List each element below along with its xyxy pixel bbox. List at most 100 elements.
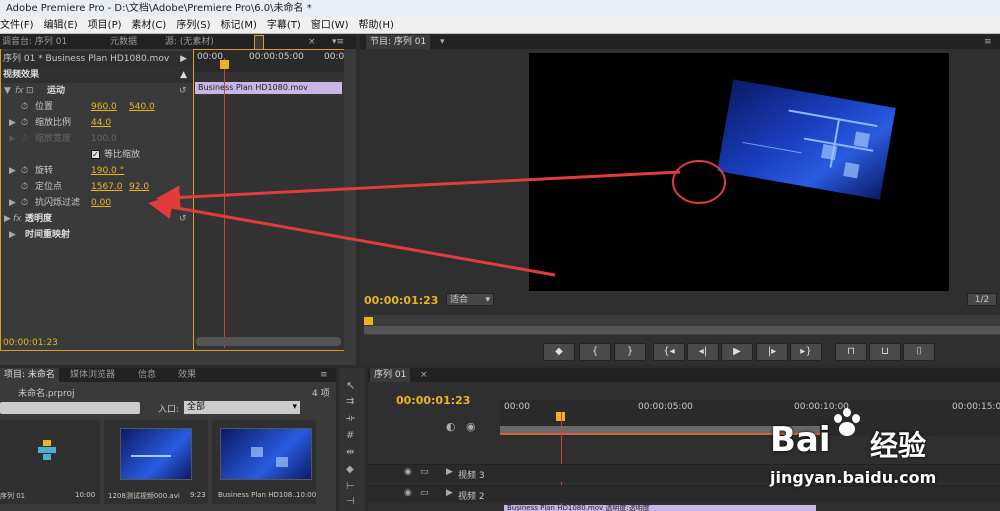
marker-icon[interactable]: ◉ xyxy=(466,420,476,433)
go-to-in-button[interactable]: {◂ xyxy=(653,343,685,361)
uniform-scale-checkbox[interactable]: ✓ xyxy=(91,150,100,159)
expand-arrow-icon[interactable]: ▶ xyxy=(9,115,16,131)
export-frame-button[interactable]: ⌷ xyxy=(903,343,935,361)
track-select-tool-icon[interactable]: ⇉ xyxy=(346,396,354,407)
mark-out-button[interactable]: } xyxy=(614,343,646,361)
position-y-value[interactable]: 540.0 xyxy=(129,99,155,115)
ec-scrollbar[interactable] xyxy=(196,337,341,346)
antiflicker-value[interactable]: 0.00 xyxy=(91,195,111,211)
mark-in-button[interactable]: { xyxy=(579,343,611,361)
position-x-value[interactable]: 960.0 xyxy=(91,99,117,115)
razor-tool-icon[interactable]: ◆ xyxy=(346,464,354,475)
panel-menu-icon[interactable]: ≡ xyxy=(984,35,992,49)
expand-arrow-icon[interactable]: ▶ xyxy=(446,467,453,477)
close-icon[interactable]: × xyxy=(308,35,316,49)
snap-icon[interactable]: ◐ xyxy=(446,420,456,433)
menu-marker[interactable]: 标记(M) xyxy=(215,17,261,34)
project-search-input[interactable] xyxy=(0,402,140,414)
tab-sequence[interactable]: 序列 01 xyxy=(370,368,411,382)
expand-arrow-icon[interactable]: ▶ xyxy=(9,195,16,211)
tab-audio-mixer[interactable]: 调音台: 序列 01 xyxy=(2,35,67,49)
step-forward-button[interactable]: |▸ xyxy=(756,343,788,361)
go-to-out-button[interactable]: ▸} xyxy=(790,343,822,361)
motion-icon[interactable]: ⊡ xyxy=(26,83,34,99)
stopwatch-icon[interactable]: ⏱ xyxy=(21,115,28,131)
expand-arrow-icon[interactable]: ▶ xyxy=(9,163,16,179)
tab-effect-controls[interactable] xyxy=(254,35,264,49)
project-item-mov[interactable]: Business Plan HD108... 10:00 xyxy=(212,420,316,504)
tab-metadata[interactable]: 元数据 xyxy=(110,35,137,49)
menu-help[interactable]: 帮助(H) xyxy=(354,17,399,34)
time-remap-row[interactable]: ▶ 时间重映射 xyxy=(1,227,193,243)
stopwatch-icon[interactable]: ⏱ xyxy=(21,195,28,211)
tab-project[interactable]: 项目: 未命名 xyxy=(0,368,59,382)
menu-clip[interactable]: 素材(C) xyxy=(127,17,172,34)
play-button[interactable]: ▶ xyxy=(721,343,753,361)
expand-arrow-icon[interactable]: ▶ xyxy=(4,211,11,227)
opacity-effect-row[interactable]: ▶ fx 透明度 ↺ xyxy=(1,211,193,227)
add-marker-button[interactable]: ◆ xyxy=(543,343,575,361)
close-icon[interactable]: × xyxy=(420,368,428,382)
rotation-value[interactable]: 190.0 ° xyxy=(91,163,124,179)
timeline-timecode[interactable]: 00:00:01:23 xyxy=(396,394,470,407)
ec-time-ruler[interactable]: 00:00 00:00:05:00 00:0 xyxy=(194,50,344,72)
timeline-ruler[interactable]: 00:00 00:00:05:00 00:00:10:00 00:00:15:0… xyxy=(500,400,1000,436)
slip-tool-icon[interactable]: ⊢ xyxy=(346,481,355,492)
reset-icon[interactable]: ↺ xyxy=(179,211,187,227)
ec-playhead[interactable] xyxy=(224,58,225,348)
scale-value[interactable]: 44.0 xyxy=(91,115,111,131)
timeline-clip[interactable]: Business Plan HD1080.mov 透明度:透明度 xyxy=(504,505,816,511)
tab-info[interactable]: 信息 xyxy=(138,368,156,382)
eye-icon[interactable]: ◉ xyxy=(404,488,412,498)
tab-effects[interactable]: 效果 xyxy=(178,368,196,382)
expand-arrow-icon[interactable]: ▶ xyxy=(446,488,453,498)
eye-icon[interactable]: ◉ xyxy=(404,467,412,477)
work-area-bar[interactable] xyxy=(500,426,820,435)
video-preview[interactable] xyxy=(529,53,949,291)
ripple-edit-tool-icon[interactable]: ⟛ xyxy=(346,413,355,424)
motion-effect-row[interactable]: ▼ fx ⊡ 运动 ↺ xyxy=(1,83,193,99)
slide-tool-icon[interactable]: ⊣ xyxy=(346,496,355,507)
in-point-dropdown[interactable]: 全部 ▾ xyxy=(184,401,300,414)
program-ruler[interactable] xyxy=(364,315,1000,335)
effect-controls-timeline[interactable]: 00:00 00:00:05:00 00:0 Business Plan HD1… xyxy=(194,49,344,351)
panel-menu-icon[interactable]: ≡ xyxy=(320,368,328,382)
resolution-dropdown[interactable]: 1/2 xyxy=(967,293,997,306)
ec-playhead-marker-icon[interactable] xyxy=(220,60,229,69)
menu-window[interactable]: 窗口(W) xyxy=(306,17,354,34)
rolling-edit-tool-icon[interactable]: # xyxy=(346,430,354,441)
program-playhead-icon[interactable] xyxy=(364,317,373,325)
stopwatch-icon[interactable]: ⏱ xyxy=(21,179,28,195)
anchor-y-value[interactable]: 92.0 xyxy=(129,179,149,195)
tab-source[interactable]: 源: (无素材) xyxy=(165,35,214,49)
expand-arrow-icon[interactable]: ▶ xyxy=(9,227,16,243)
rate-stretch-tool-icon[interactable]: ⇹ xyxy=(346,447,354,458)
stopwatch-icon[interactable]: ⏱ xyxy=(21,99,28,115)
menu-edit[interactable]: 编辑(E) xyxy=(39,17,83,34)
menu-file[interactable]: 文件(F) xyxy=(0,17,39,34)
selection-tool-icon[interactable]: ↖ xyxy=(346,379,355,392)
scroll-up-icon[interactable]: ▲ xyxy=(180,67,187,83)
project-item-avi[interactable]: 1208测试视频000.avi 9:23 xyxy=(104,420,208,504)
fx-icon[interactable]: fx xyxy=(15,83,24,99)
reset-icon[interactable]: ↺ xyxy=(179,83,187,99)
anchor-x-value[interactable]: 1567.0 xyxy=(91,179,123,195)
menu-sequence[interactable]: 序列(S) xyxy=(171,17,215,34)
project-item-sequence[interactable]: 序列 01 10:00 xyxy=(0,420,100,504)
menu-project[interactable]: 项目(P) xyxy=(83,17,127,34)
ec-clip-bar[interactable]: Business Plan HD1080.mov xyxy=(195,82,342,94)
lock-icon[interactable]: ▭ xyxy=(420,488,429,498)
expand-arrow-icon[interactable]: ▼ xyxy=(4,83,11,99)
play-only-icon[interactable]: ▶ xyxy=(180,51,187,67)
lift-button[interactable]: ⊓ xyxy=(835,343,867,361)
stopwatch-icon[interactable]: ⏱ xyxy=(21,163,28,179)
program-timecode[interactable]: 00:00:01:23 xyxy=(364,294,438,307)
tab-media-browser[interactable]: 媒体浏览器 xyxy=(70,368,115,382)
tab-program[interactable]: 节目: 序列 01 xyxy=(366,35,431,49)
menu-title[interactable]: 字幕(T) xyxy=(262,17,306,34)
dropdown-icon[interactable]: ▾ xyxy=(440,35,445,49)
fit-dropdown[interactable]: 适合 ▾ xyxy=(446,293,494,306)
fx-icon[interactable]: fx xyxy=(13,211,22,227)
panel-menu-icon[interactable]: ▾≡ xyxy=(332,35,344,49)
effect-controls-timecode[interactable]: 00:00:01:23 xyxy=(3,338,58,348)
